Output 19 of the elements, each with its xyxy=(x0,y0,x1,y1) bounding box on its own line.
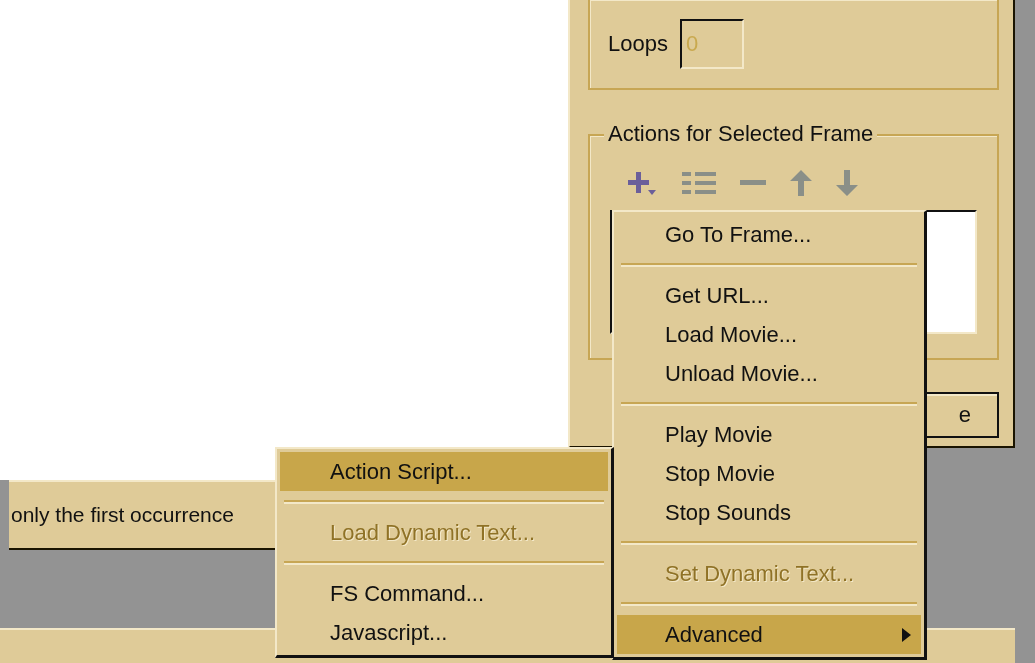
menu-item[interactable]: Load Movie... xyxy=(617,315,921,354)
minus-icon[interactable] xyxy=(740,180,766,186)
menu-item[interactable]: Advanced xyxy=(617,615,921,654)
menu-item[interactable]: Javascript... xyxy=(280,613,608,652)
loops-label: Loops xyxy=(608,31,668,57)
menu-item[interactable]: Go To Frame... xyxy=(617,215,921,254)
up-arrow-icon[interactable] xyxy=(790,170,812,196)
menu-item[interactable]: FS Command... xyxy=(280,574,608,613)
menu-item[interactable]: Play Movie xyxy=(617,415,921,454)
submenu-arrow-icon xyxy=(902,627,911,642)
menu-item[interactable]: Action Script... xyxy=(280,452,608,491)
menu-item[interactable]: Stop Movie xyxy=(617,454,921,493)
menu-item[interactable]: Unload Movie... xyxy=(617,354,921,393)
menu-item[interactable]: Get URL... xyxy=(617,276,921,315)
status-text: only the first occurrence xyxy=(10,503,234,527)
list-icon[interactable] xyxy=(682,172,716,194)
menu-item[interactable]: Stop Sounds xyxy=(617,493,921,532)
down-arrow-icon[interactable] xyxy=(836,170,858,196)
add-icon[interactable] xyxy=(628,170,658,196)
